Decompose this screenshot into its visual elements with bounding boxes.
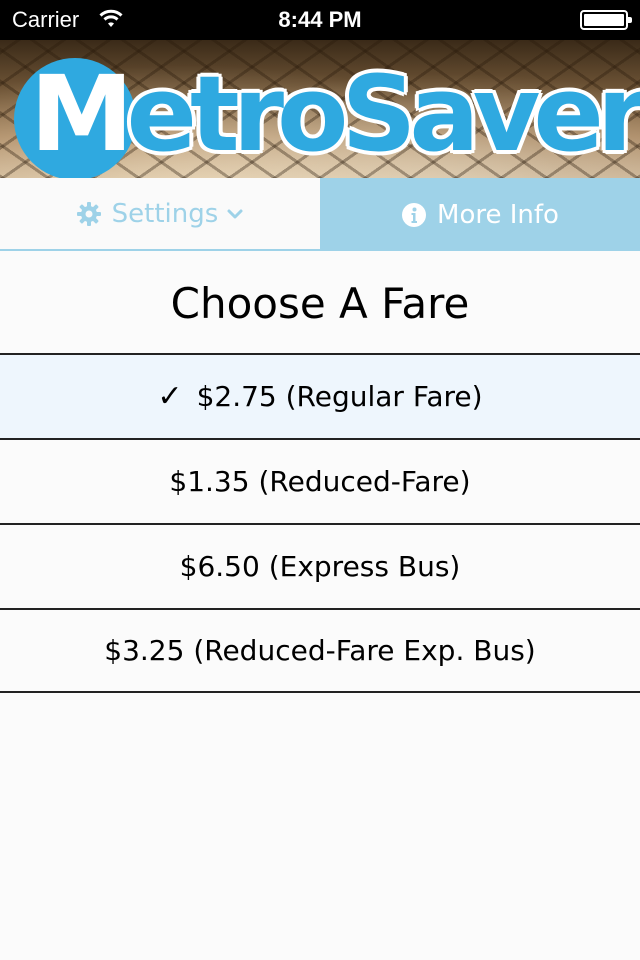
logo-rest: etroSaver [126,53,640,175]
fare-label: $1.35 (Reduced-Fare) [169,465,471,498]
info-icon [402,202,427,227]
tab-settings-label: Settings [111,198,219,229]
fare-label: $2.75 (Regular Fare) [196,380,483,413]
logo-letter-m: M [30,53,133,175]
tab-bar: Settings More Info [0,178,640,251]
fare-option-reduced-express-bus[interactable]: $3.25 (Reduced-Fare Exp. Bus) [0,608,640,693]
fare-list: ✓ $2.75 (Regular Fare) $1.35 (Reduced-Fa… [0,353,640,693]
fare-label: $3.25 (Reduced-Fare Exp. Bus) [104,634,536,667]
fare-option-regular[interactable]: ✓ $2.75 (Regular Fare) [0,353,640,438]
page-title: Choose A Fare [170,278,470,328]
app-logo: MetroSaver [30,62,640,166]
status-bar: Carrier 8:44 PM [0,0,640,40]
tab-more-info-label: More Info [437,199,559,230]
battery-icon [580,10,632,30]
gear-icon [76,201,101,226]
checkmark-icon: ✓ [157,379,183,414]
fare-option-reduced[interactable]: $1.35 (Reduced-Fare) [0,438,640,523]
fare-option-express-bus[interactable]: $6.50 (Express Bus) [0,523,640,608]
header-banner: MetroSaver [0,40,640,178]
tab-more-info[interactable]: More Info [320,178,640,251]
fare-label: $6.50 (Express Bus) [179,550,461,583]
chevron-down-icon [227,209,243,218]
status-time: 8:44 PM [278,7,362,32]
tab-settings[interactable]: Settings [0,178,320,251]
